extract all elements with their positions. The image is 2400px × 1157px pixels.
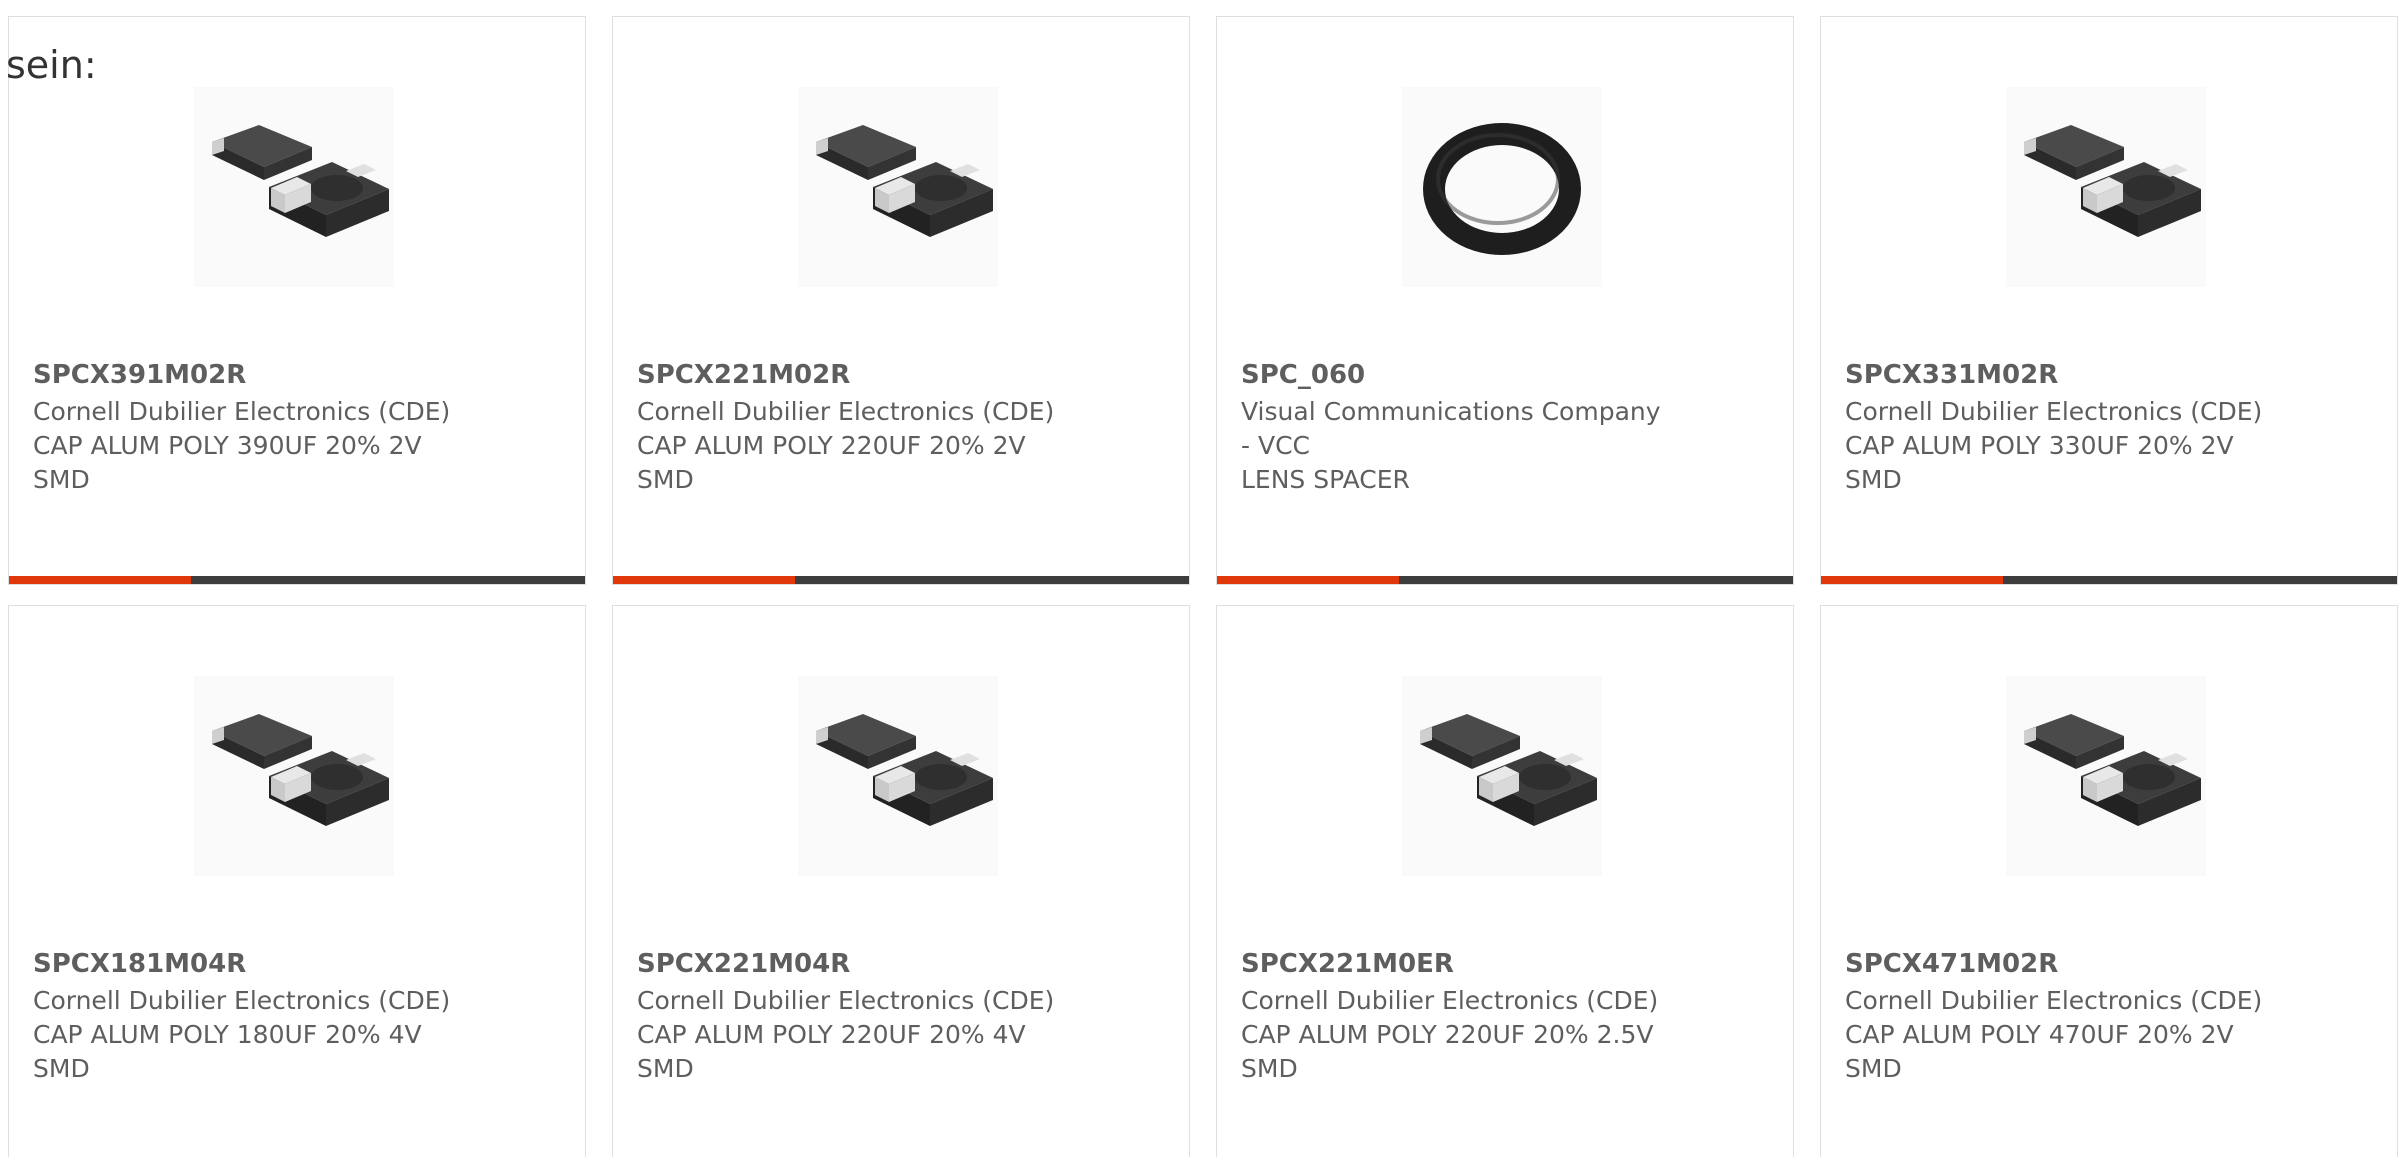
manufacturer-text: Cornell Dubilier Electronics (CDE) xyxy=(637,397,1055,426)
smd-capacitor-icon xyxy=(2024,714,2201,826)
part-number-link[interactable]: SPCX391M02R xyxy=(33,360,246,390)
smd-capacitor-icon xyxy=(1420,714,1597,826)
product-card[interactable]: SPCX181M04R Cornell Dubilier Electronics… xyxy=(8,605,586,1157)
smd-capacitor-icon xyxy=(212,125,389,237)
manufacturer-text: Cornell Dubilier Electronics (CDE) xyxy=(33,397,451,426)
part-number-link[interactable]: SPCX181M04R xyxy=(33,949,246,979)
manufacturer-text: Cornell Dubilier Electronics (CDE) xyxy=(1241,986,1659,1015)
o-ring-icon xyxy=(1423,123,1581,255)
description-text: CAP ALUM POLY 470UF 20% 2V xyxy=(1845,1020,2234,1049)
accent-bar xyxy=(1821,576,2003,584)
description-text: CAP ALUM POLY 390UF 20% 2V xyxy=(33,431,422,460)
description-text-2: SMD xyxy=(1845,465,1902,494)
product-description: Cornell Dubilier Electronics (CDE) CAP A… xyxy=(33,984,553,1086)
card-bottom-bar xyxy=(9,576,585,584)
product-card[interactable]: SPCX471M02R Cornell Dubilier Electronics… xyxy=(1820,605,2398,1157)
description-text: CAP ALUM POLY 220UF 20% 4V xyxy=(637,1020,1026,1049)
part-number-link[interactable]: SPCX221M02R xyxy=(637,360,850,390)
description-text-2: SMD xyxy=(33,1054,90,1083)
manufacturer-text-2: - VCC xyxy=(1241,431,1310,460)
product-image[interactable] xyxy=(798,676,998,876)
part-number-link[interactable]: SPCX221M0ER xyxy=(1241,949,1454,979)
product-card[interactable]: SPCX391M02R Cornell Dubilier Electronics… xyxy=(8,16,586,585)
description-text-2: SMD xyxy=(637,465,694,494)
product-description: Cornell Dubilier Electronics (CDE) CAP A… xyxy=(1241,984,1761,1086)
product-description: Cornell Dubilier Electronics (CDE) CAP A… xyxy=(637,984,1157,1086)
product-description: Cornell Dubilier Electronics (CDE) CAP A… xyxy=(637,395,1157,497)
intro-text: sein: xyxy=(6,43,97,87)
description-text: CAP ALUM POLY 330UF 20% 2V xyxy=(1845,431,2234,460)
manufacturer-text: Cornell Dubilier Electronics (CDE) xyxy=(1845,986,2263,1015)
description-text: CAP ALUM POLY 180UF 20% 4V xyxy=(33,1020,422,1049)
part-number-link[interactable]: SPCX331M02R xyxy=(1845,360,2058,390)
description-text: LENS SPACER xyxy=(1241,465,1410,494)
product-description: Cornell Dubilier Electronics (CDE) CAP A… xyxy=(1845,395,2365,497)
product-description: Cornell Dubilier Electronics (CDE) CAP A… xyxy=(1845,984,2365,1086)
product-card[interactable]: SPCX221M02R Cornell Dubilier Electronics… xyxy=(612,16,1190,585)
description-text-2: SMD xyxy=(33,465,90,494)
product-card[interactable]: SPCX221M0ER Cornell Dubilier Electronics… xyxy=(1216,605,1794,1157)
product-description: Visual Communications Company - VCC LENS… xyxy=(1241,395,1761,497)
description-text: CAP ALUM POLY 220UF 20% 2.5V xyxy=(1241,1020,1654,1049)
product-card[interactable]: SPCX331M02R Cornell Dubilier Electronics… xyxy=(1820,16,2398,585)
part-number-link[interactable]: SPCX221M04R xyxy=(637,949,850,979)
manufacturer-text: Cornell Dubilier Electronics (CDE) xyxy=(1845,397,2263,426)
product-description: Cornell Dubilier Electronics (CDE) CAP A… xyxy=(33,395,553,497)
product-image[interactable] xyxy=(1402,87,1602,287)
manufacturer-text: Cornell Dubilier Electronics (CDE) xyxy=(33,986,451,1015)
description-text: CAP ALUM POLY 220UF 20% 2V xyxy=(637,431,1026,460)
product-image[interactable] xyxy=(2006,87,2206,287)
accent-bar xyxy=(9,576,191,584)
manufacturer-text: Cornell Dubilier Electronics (CDE) xyxy=(637,986,1055,1015)
smd-capacitor-icon xyxy=(212,714,389,826)
part-number-link[interactable]: SPC_060 xyxy=(1241,360,1365,390)
accent-bar xyxy=(1217,576,1399,584)
product-grid: SPCX391M02R Cornell Dubilier Electronics… xyxy=(8,16,2400,1157)
product-image[interactable] xyxy=(798,87,998,287)
page: sein: SPCX391M02R Cornell Dubilier Elect… xyxy=(0,0,2400,1157)
card-bottom-bar xyxy=(613,576,1189,584)
product-image[interactable] xyxy=(194,676,394,876)
product-card[interactable]: SPC_060 Visual Communications Company - … xyxy=(1216,16,1794,585)
description-text-2: SMD xyxy=(637,1054,694,1083)
accent-bar xyxy=(613,576,795,584)
smd-capacitor-icon xyxy=(2024,125,2201,237)
description-text-2: SMD xyxy=(1845,1054,1902,1083)
product-image[interactable] xyxy=(2006,676,2206,876)
description-text-2: SMD xyxy=(1241,1054,1298,1083)
product-card[interactable]: SPCX221M04R Cornell Dubilier Electronics… xyxy=(612,605,1190,1157)
manufacturer-text: Visual Communications Company xyxy=(1241,397,1661,426)
card-bottom-bar xyxy=(1821,576,2397,584)
smd-capacitor-icon xyxy=(816,125,993,237)
product-image[interactable] xyxy=(1402,676,1602,876)
product-image[interactable] xyxy=(194,87,394,287)
smd-capacitor-icon xyxy=(816,714,993,826)
card-bottom-bar xyxy=(1217,576,1793,584)
part-number-link[interactable]: SPCX471M02R xyxy=(1845,949,2058,979)
